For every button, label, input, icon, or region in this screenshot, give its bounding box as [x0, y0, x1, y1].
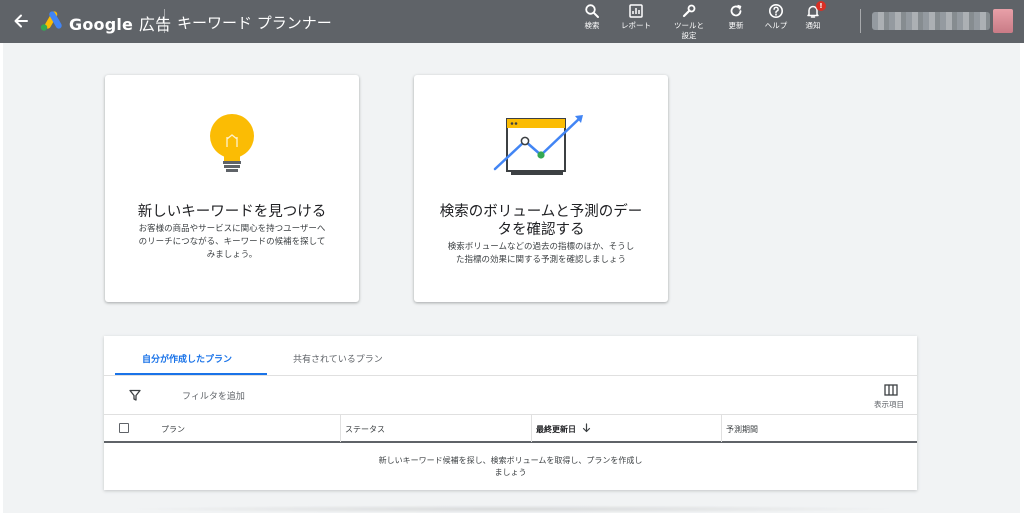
empty-state-message: 新しいキーワード候補を探し、検索ボリュームを取得し、プランを作成し ましょう [104, 455, 917, 479]
card-title-line: 検索のボリュームと予測のデー [439, 204, 643, 220]
card-desc-line: みましょう。 [206, 250, 258, 260]
topbar-divider-right [860, 9, 861, 33]
empty-state-line: 新しいキーワード候補を探し、検索ボリュームを取得し、プランを作成し [378, 456, 643, 465]
card-description: 検索ボリュームなどの過去の指標のほか、そうし た指標の効果に関する予測を確認しま… [430, 241, 652, 267]
card-illustration [414, 109, 668, 181]
card-illustration [105, 109, 359, 181]
refresh-icon [730, 4, 742, 17]
card-title-line: タを確認する [497, 222, 585, 238]
account-name-blurred[interactable] [872, 12, 990, 30]
card-desc-line: た指標の効果に関する予測を確認しましょう [455, 255, 626, 265]
brand-main: Google [69, 15, 134, 34]
tool-name: キーワード プランナー [177, 14, 332, 32]
plans-panel: 自分が作成したプラン 共有されているプラン フィルタを追加 表示項目 プラン ス… [104, 336, 917, 490]
brand-name[interactable]: Google 広告 [69, 11, 171, 35]
column-header-last-updated[interactable]: 最終更新日 [536, 424, 576, 435]
notifications-button[interactable]: ! 通知 [793, 1, 833, 31]
help-button[interactable]: ヘルプ [756, 3, 796, 31]
wrench-icon [682, 4, 696, 18]
search-label: 検索 [584, 21, 600, 30]
card-desc-line: のリーチにつながる、キーワードの候補を探して [138, 237, 326, 247]
card-desc-line: お客様の商品やサービスに関心を持つユーザーへ [138, 224, 326, 234]
card-desc-line: 検索ボリュームなどの過去の指標のほか、そうし [447, 242, 635, 252]
sort-descending-icon[interactable] [582, 423, 591, 433]
trend-chart-icon [493, 115, 583, 175]
column-separator [340, 415, 341, 442]
report-label: レポート [621, 21, 651, 30]
help-label: ヘルプ [764, 21, 788, 30]
card-title: 検索のボリュームと予測のデー タを確認する [424, 203, 658, 239]
column-header-plan[interactable]: プラン [161, 424, 185, 435]
refresh-label: 更新 [728, 21, 744, 30]
brand-sub: 広告 [138, 15, 172, 34]
notifications-label: 通知 [805, 21, 821, 30]
card-description: お客様の商品やサービスに関心を持つユーザーへ のリーチにつながる、キーワードの候… [121, 223, 343, 262]
tab-my-plans[interactable]: 自分が作成したプラン [142, 352, 232, 365]
tools-label-1: ツールと [674, 21, 704, 30]
panel-shadow [123, 505, 903, 513]
columns-button-label[interactable]: 表示項目 [874, 399, 904, 410]
filter-icon[interactable] [129, 389, 141, 401]
tabs-divider [104, 375, 917, 376]
avatar[interactable] [993, 9, 1013, 33]
topbar-divider [164, 9, 165, 33]
refresh-button[interactable]: 更新 [716, 3, 756, 31]
column-header-status[interactable]: ステータス [345, 424, 385, 435]
report-button[interactable]: レポート [616, 3, 656, 31]
column-separator [721, 415, 722, 442]
report-icon [629, 4, 643, 18]
table-header-row: プラン ステータス 最終更新日 予測期間 [104, 414, 917, 443]
search-icon [585, 4, 599, 18]
back-arrow-icon[interactable] [11, 11, 31, 31]
forecast-card[interactable]: 検索のボリュームと予測のデー タを確認する 検索ボリュームなどの過去の指標のほか… [414, 75, 668, 302]
add-filter-button[interactable]: フィルタを追加 [182, 389, 245, 402]
tools-label-2: 設定 [681, 31, 697, 40]
main-content: 新しいキーワードを見つける お客様の商品やサービスに関心を持つユーザーへ のリー… [3, 43, 1020, 513]
find-keywords-card[interactable]: 新しいキーワードを見つける お客様の商品やサービスに関心を持つユーザーへ のリー… [105, 75, 359, 302]
notification-badge: ! [816, 1, 826, 11]
select-all-checkbox[interactable] [119, 423, 129, 433]
top-app-bar: Google 広告 キーワード プランナー 検索 レポート ツールと 設定 更新 [0, 0, 1024, 43]
empty-state-line: ましょう [494, 468, 527, 477]
tab-shared-plans[interactable]: 共有されているプラン [293, 352, 383, 365]
help-icon [769, 4, 783, 18]
google-ads-logo-icon[interactable] [39, 10, 63, 32]
search-button[interactable]: 検索 [572, 3, 612, 31]
columns-icon[interactable] [884, 384, 898, 396]
card-title: 新しいキーワードを見つける [137, 204, 327, 220]
column-separator [531, 415, 532, 442]
tools-settings-button[interactable]: ツールと 設定 [669, 3, 709, 41]
lightbulb-icon [210, 114, 254, 172]
column-header-forecast-period[interactable]: 予測期間 [726, 424, 758, 435]
